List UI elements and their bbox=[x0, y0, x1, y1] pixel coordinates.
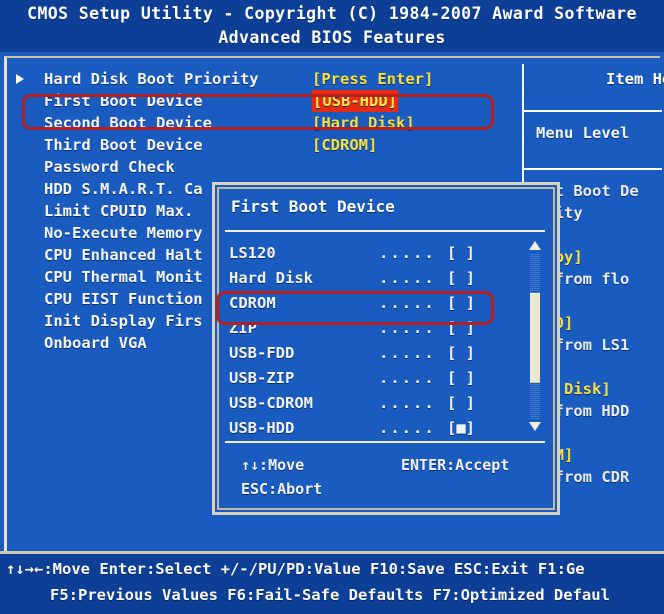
menu-level-label: Menu Level bbox=[536, 124, 630, 142]
panel-divider-horizontal-bottom bbox=[522, 168, 662, 170]
leader-dots: ..... bbox=[379, 419, 436, 437]
boot-device-option-label: USB-CDROM bbox=[229, 394, 313, 412]
boot-device-option-label: LS120 bbox=[229, 244, 276, 262]
submenu-arrow-icon bbox=[16, 74, 24, 84]
option-checkbox[interactable]: [ ] bbox=[447, 241, 475, 266]
boot-device-option[interactable]: USB-CDROM..... [ ] bbox=[229, 391, 529, 416]
key-hint-abort: ESC:Abort bbox=[241, 480, 323, 498]
boot-device-option-label: USB-HDD bbox=[229, 419, 295, 437]
statusbar-line-2: F5:Previous Values F6:Fail-Safe Defaults… bbox=[50, 586, 610, 604]
menu-item-label: Limit CPUID Max. bbox=[44, 202, 194, 220]
menu-item-value[interactable]: [Press Enter] bbox=[312, 68, 433, 90]
menu-item-value[interactable]: [CDROM] bbox=[312, 134, 377, 156]
dialog-key-row: ↑↓:Move ENTER:Accept bbox=[241, 453, 541, 477]
boot-device-option-label: USB-FDD bbox=[229, 344, 295, 362]
menu-item-label: No-Execute Memory bbox=[44, 224, 203, 242]
scroll-down-arrow-icon[interactable] bbox=[529, 422, 541, 431]
menu-item-label: Init Display Firs bbox=[44, 312, 203, 330]
option-checkbox[interactable]: [ ] bbox=[447, 391, 475, 416]
menu-item-label: CPU EIST Function bbox=[44, 290, 203, 308]
menu-item-value-selected[interactable]: [USB-HDD] bbox=[312, 90, 398, 112]
menu-item-label: Third Boot Device bbox=[44, 136, 203, 154]
dialog-key-hints: ↑↓:Move ENTER:Accept ESC:Abort bbox=[241, 453, 541, 501]
dialog-key-row: ESC:Abort bbox=[241, 477, 541, 501]
boot-device-option[interactable]: USB-HDD..... [■] bbox=[229, 416, 529, 441]
bios-setup-screen: CMOS Setup Utility - Copyright (C) 1984-… bbox=[0, 0, 664, 614]
scrollbar-thumb[interactable] bbox=[530, 293, 540, 383]
menu-item-label: Password Check bbox=[44, 158, 175, 176]
dialog-title: First Boot Device bbox=[231, 197, 395, 216]
utility-title: CMOS Setup Utility - Copyright (C) 1984-… bbox=[27, 4, 637, 23]
option-checkbox[interactable]: [ ] bbox=[447, 366, 475, 391]
boot-device-option[interactable]: CDROM..... [ ] bbox=[229, 291, 529, 316]
leader-dots: ..... bbox=[379, 244, 436, 262]
boot-device-option-label: USB-ZIP bbox=[229, 369, 295, 387]
menu-item-hard-disk-boot-priority[interactable]: Hard Disk Boot Priority [Press Enter] bbox=[16, 68, 530, 90]
key-hint-accept: ENTER:Accept bbox=[401, 456, 510, 474]
option-checkbox[interactable]: [ ] bbox=[447, 316, 475, 341]
option-checkbox[interactable]: [ ] bbox=[447, 266, 475, 291]
boot-device-option-label: ZIP bbox=[229, 319, 257, 337]
leader-dots: ..... bbox=[379, 369, 436, 387]
boot-device-option[interactable]: Hard Disk..... [ ] bbox=[229, 266, 529, 291]
menu-item-third-boot-device[interactable]: Third Boot Device [CDROM] bbox=[30, 134, 530, 156]
status-bar: ↑↓→←:Move Enter:Select +/-/PU/PD:Value F… bbox=[0, 554, 664, 614]
menu-item-label: Onboard VGA bbox=[44, 334, 147, 352]
boot-device-option-label: CDROM bbox=[229, 294, 276, 312]
option-checkbox-checked[interactable]: [■] bbox=[447, 416, 475, 441]
menu-item-label: Hard Disk Boot Priority bbox=[44, 70, 259, 88]
option-checkbox[interactable]: [ ] bbox=[447, 291, 475, 316]
leader-dots: ..... bbox=[379, 394, 436, 412]
page-title: Advanced BIOS Features bbox=[218, 28, 446, 47]
boot-device-option[interactable]: ZIP..... [ ] bbox=[229, 316, 529, 341]
leader-dots: ..... bbox=[379, 294, 436, 312]
dialog-rule-bottom bbox=[225, 441, 545, 443]
title-bar: CMOS Setup Utility - Copyright (C) 1984-… bbox=[0, 0, 664, 52]
boot-device-option[interactable]: LS120..... [ ] bbox=[229, 241, 529, 266]
menu-item-second-boot-device[interactable]: Second Boot Device [Hard Disk] bbox=[30, 112, 530, 134]
boot-device-option[interactable]: USB-ZIP..... [ ] bbox=[229, 366, 529, 391]
menu-item-label: CPU Thermal Monit bbox=[44, 268, 203, 286]
item-help-title: Item He bbox=[606, 70, 664, 88]
leader-dots: ..... bbox=[379, 344, 436, 362]
dialog-scrollbar[interactable] bbox=[527, 241, 543, 431]
dialog-rule-top bbox=[225, 230, 545, 232]
key-hint-move: ↑↓:Move bbox=[241, 456, 305, 474]
statusbar-line-1: ↑↓→←:Move Enter:Select +/-/PU/PD:Value F… bbox=[6, 560, 585, 578]
scroll-up-arrow-icon[interactable] bbox=[529, 241, 541, 250]
menu-item-label: CPU Enhanced Halt bbox=[44, 246, 203, 264]
leader-dots: ..... bbox=[379, 269, 436, 287]
menu-item-password-check[interactable]: Password Check bbox=[30, 156, 530, 178]
boot-device-option-list[interactable]: LS120.....[ ] Hard Disk.....[ ] CDROM.....… bbox=[229, 241, 529, 441]
panel-divider-horizontal-top bbox=[522, 110, 662, 112]
menu-item-value[interactable]: [Hard Disk] bbox=[312, 112, 415, 134]
menu-item-label: Second Boot Device bbox=[44, 114, 212, 132]
option-checkbox[interactable]: [ ] bbox=[447, 341, 475, 366]
first-boot-device-dialog[interactable]: First Boot Device LS120.....[ ] Hard Disk… bbox=[212, 182, 560, 515]
leader-dots: ..... bbox=[379, 319, 436, 337]
menu-item-first-boot-device[interactable]: First Boot Device [USB-HDD] bbox=[30, 90, 530, 112]
boot-device-option[interactable]: USB-FDD..... [ ] bbox=[229, 341, 529, 366]
menu-item-label: First Boot Device bbox=[44, 92, 203, 110]
menu-item-label: HDD S.M.A.R.T. Ca bbox=[44, 180, 203, 198]
boot-device-option-label: Hard Disk bbox=[229, 269, 313, 287]
